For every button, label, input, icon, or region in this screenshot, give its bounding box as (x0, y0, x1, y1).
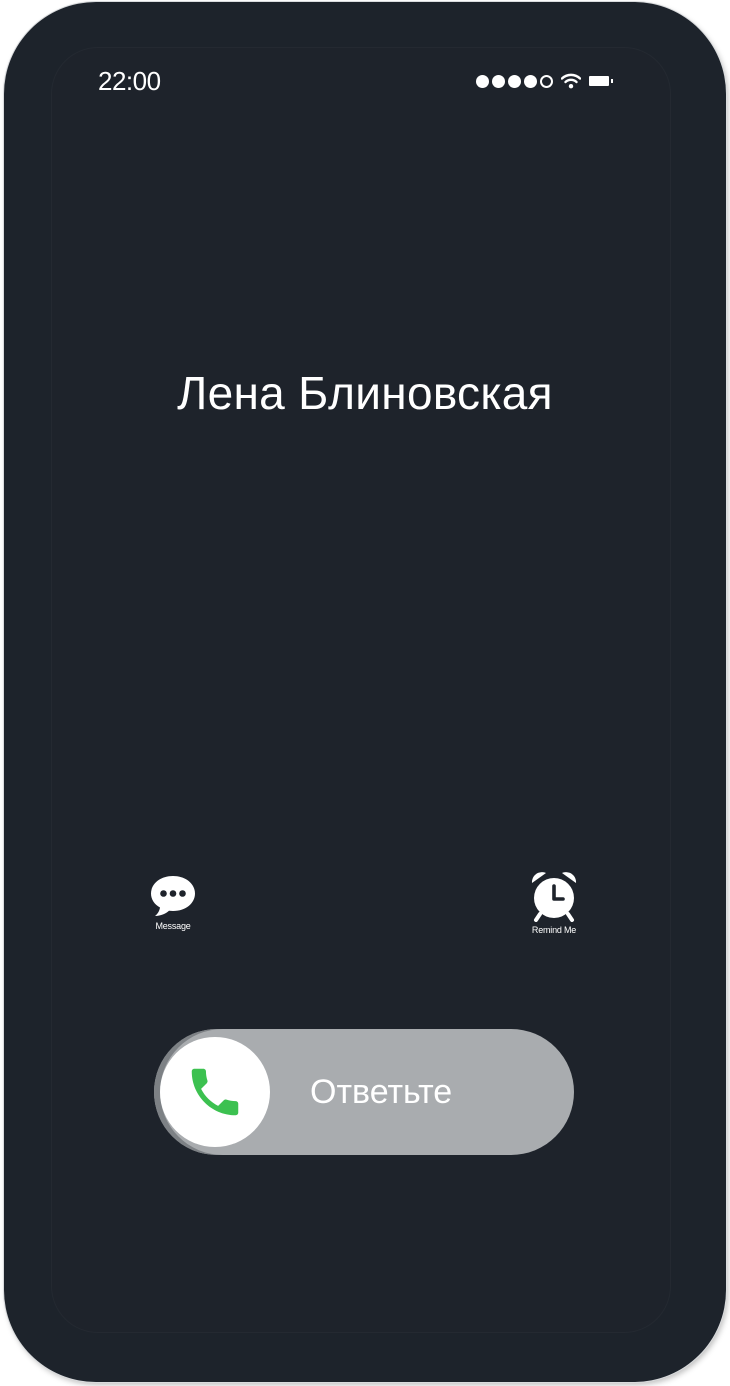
caller-name: Лена Блиновская (177, 367, 553, 419)
phone-icon (191, 1068, 239, 1116)
message-label: Message (155, 921, 191, 931)
answer-slider-handle[interactable] (160, 1037, 270, 1147)
signal-dot (492, 74, 505, 88)
battery-icon (589, 76, 613, 86)
answer-slider-label: Ответьте (310, 1073, 453, 1111)
signal-dot (524, 74, 537, 88)
remind-me-button[interactable]: Remind Me (518, 870, 590, 935)
chat-bubble-icon (151, 876, 195, 916)
wifi-icon (561, 73, 581, 89)
status-icons (476, 72, 613, 90)
remind-me-label: Remind Me (531, 925, 577, 935)
signal-dot (476, 74, 489, 88)
alarm-clock-icon (531, 872, 577, 922)
signal-dot-empty (540, 74, 553, 88)
message-button[interactable]: Message (140, 874, 206, 931)
answer-slider[interactable]: Ответьте (154, 1029, 574, 1155)
signal-dot (508, 74, 521, 88)
status-time: 22:00 (98, 66, 161, 96)
